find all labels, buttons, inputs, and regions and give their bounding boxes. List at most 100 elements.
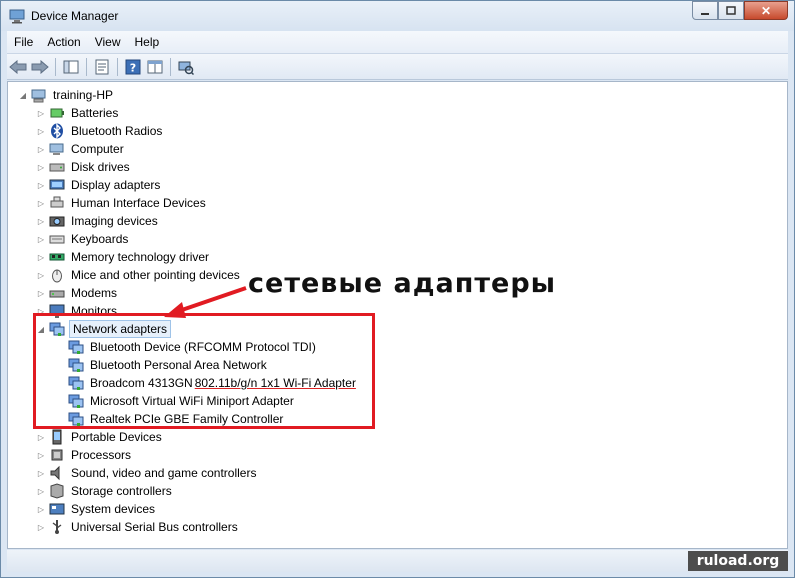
- battery-icon: [49, 105, 65, 121]
- view-button[interactable]: [144, 56, 166, 78]
- toolbar-separator: [55, 57, 56, 76]
- menu-bar: File Action View Help: [7, 31, 788, 53]
- tree-category-label: Batteries: [71, 106, 119, 120]
- expand-arrow-icon[interactable]: ▷: [36, 266, 46, 284]
- tree-category-camera[interactable]: ▷ Imaging devices: [36, 212, 160, 230]
- tree-category-label: Modems: [71, 286, 118, 300]
- tree-category-memory[interactable]: ▷ Memory technology driver: [36, 248, 211, 266]
- tree-category-sound[interactable]: ▷ Sound, video and game controllers: [36, 464, 258, 482]
- expand-arrow-icon[interactable]: ▷: [36, 500, 46, 518]
- expand-arrow-icon[interactable]: ▷: [36, 428, 46, 446]
- svg-text:?: ?: [130, 61, 136, 74]
- expand-arrow-icon[interactable]: ▷: [36, 248, 46, 266]
- tree-category-display-adapter[interactable]: ▷ Display adapters: [36, 176, 162, 194]
- expand-arrow-icon[interactable]: ▷: [36, 446, 46, 464]
- tree-category-bluetooth[interactable]: ▷ Bluetooth Radios: [36, 122, 164, 140]
- tree-category-label: Sound, video and game controllers: [71, 466, 257, 480]
- expand-arrow-icon[interactable]: ▷: [36, 230, 46, 248]
- usb-icon: [49, 519, 65, 535]
- menu-action[interactable]: Action: [40, 35, 87, 49]
- console-tree-icon: [63, 60, 79, 73]
- properties-icon: [95, 59, 109, 74]
- tree-category-processor[interactable]: ▷ Processors: [36, 446, 133, 464]
- toolbar-separator: [170, 57, 171, 76]
- tree-category-hid[interactable]: ▷ Human Interface Devices: [36, 194, 208, 212]
- keyboard-icon: [49, 231, 65, 247]
- back-button[interactable]: [7, 56, 29, 78]
- expand-arrow-icon[interactable]: ▷: [36, 158, 46, 176]
- window-title: Device Manager: [31, 9, 119, 23]
- processor-icon: [49, 447, 65, 463]
- menu-file[interactable]: File: [7, 35, 40, 49]
- annotation-text: сетевые адаптеры: [248, 268, 557, 299]
- toolbar-separator: [117, 57, 118, 76]
- portable-device-icon: [49, 429, 65, 445]
- tree-category-label: Display adapters: [71, 178, 161, 192]
- title-bar[interactable]: Device Manager ✕: [1, 1, 794, 31]
- tree-category-label: Disk drives: [71, 160, 130, 174]
- expand-arrow-icon[interactable]: ▷: [36, 284, 46, 302]
- tree-category-label: System devices: [71, 502, 156, 516]
- help-icon: ?: [125, 59, 141, 74]
- close-button[interactable]: ✕: [744, 1, 788, 20]
- expand-arrow-icon[interactable]: ▷: [36, 194, 46, 212]
- view-grid-icon: [147, 60, 163, 73]
- expand-arrow-icon[interactable]: ▷: [36, 212, 46, 230]
- expand-arrow-icon[interactable]: ▷: [36, 482, 46, 500]
- disk-drive-icon: [49, 159, 65, 175]
- help-button[interactable]: ?: [122, 56, 144, 78]
- modem-icon: [49, 285, 65, 301]
- computer-icon: [31, 87, 47, 103]
- expand-arrow-icon[interactable]: ▷: [36, 122, 46, 140]
- annotation-arrow-icon: [164, 286, 247, 318]
- scan-hardware-button[interactable]: [175, 56, 197, 78]
- minimize-icon: [701, 12, 709, 15]
- bluetooth-icon: [49, 123, 65, 139]
- properties-button[interactable]: [91, 56, 113, 78]
- tree-category-label: Human Interface Devices: [71, 196, 206, 210]
- display-adapter-icon: [49, 177, 65, 193]
- tree-category-system[interactable]: ▷ System devices: [36, 500, 157, 518]
- expand-arrow-icon[interactable]: ▷: [36, 176, 46, 194]
- back-arrow-icon: [9, 59, 27, 74]
- tree-category-keyboard[interactable]: ▷ Keyboards: [36, 230, 130, 248]
- tree-category-label: Keyboards: [71, 232, 129, 246]
- watermark: ruload.org: [688, 551, 788, 571]
- tree-category-battery[interactable]: ▷ Batteries: [36, 104, 120, 122]
- computer-icon: [49, 141, 65, 157]
- forward-button[interactable]: [29, 56, 51, 78]
- maximize-button[interactable]: [718, 1, 744, 20]
- expand-arrow-icon[interactable]: ▷: [36, 104, 46, 122]
- toolbar: ?: [7, 53, 788, 80]
- tree-category-mouse[interactable]: ▷ Mice and other pointing devices: [36, 266, 242, 284]
- hid-icon: [49, 195, 65, 211]
- tree-category-portable-device[interactable]: ▷ Portable Devices: [36, 428, 164, 446]
- collapse-arrow-icon[interactable]: ◢: [18, 86, 28, 104]
- status-bar: [7, 550, 788, 572]
- device-manager-icon: [9, 9, 25, 24]
- mouse-icon: [49, 267, 65, 283]
- tree-root[interactable]: ◢ training-HP: [18, 86, 115, 104]
- minimize-button[interactable]: [692, 1, 718, 20]
- tree-category-label: Universal Serial Bus controllers: [71, 520, 238, 534]
- caption-buttons: ✕: [692, 1, 788, 21]
- menu-view[interactable]: View: [88, 35, 128, 49]
- tree-category-label: Bluetooth Radios: [71, 124, 163, 138]
- tree-category-label: Storage controllers: [71, 484, 172, 498]
- show-hide-console-tree-button[interactable]: [60, 56, 82, 78]
- tree-category-usb[interactable]: ▷ Universal Serial Bus controllers: [36, 518, 240, 536]
- tree-category-label: Computer: [71, 142, 124, 156]
- expand-arrow-icon[interactable]: ▷: [36, 140, 46, 158]
- close-icon: ✕: [760, 3, 772, 18]
- tree-category-storage[interactable]: ▷ Storage controllers: [36, 482, 174, 500]
- tree-category-disk-drive[interactable]: ▷ Disk drives: [36, 158, 132, 176]
- menu-help[interactable]: Help: [128, 35, 167, 49]
- annotation-highlight-box: [33, 313, 375, 429]
- tree-category-modem[interactable]: ▷ Modems: [36, 284, 119, 302]
- expand-arrow-icon[interactable]: ▷: [36, 464, 46, 482]
- expand-arrow-icon[interactable]: ▷: [36, 518, 46, 536]
- tree-category-label: Mice and other pointing devices: [71, 268, 240, 282]
- camera-icon: [49, 213, 65, 229]
- tree-category-computer[interactable]: ▷ Computer: [36, 140, 126, 158]
- tree-category-label: Memory technology driver: [71, 250, 210, 264]
